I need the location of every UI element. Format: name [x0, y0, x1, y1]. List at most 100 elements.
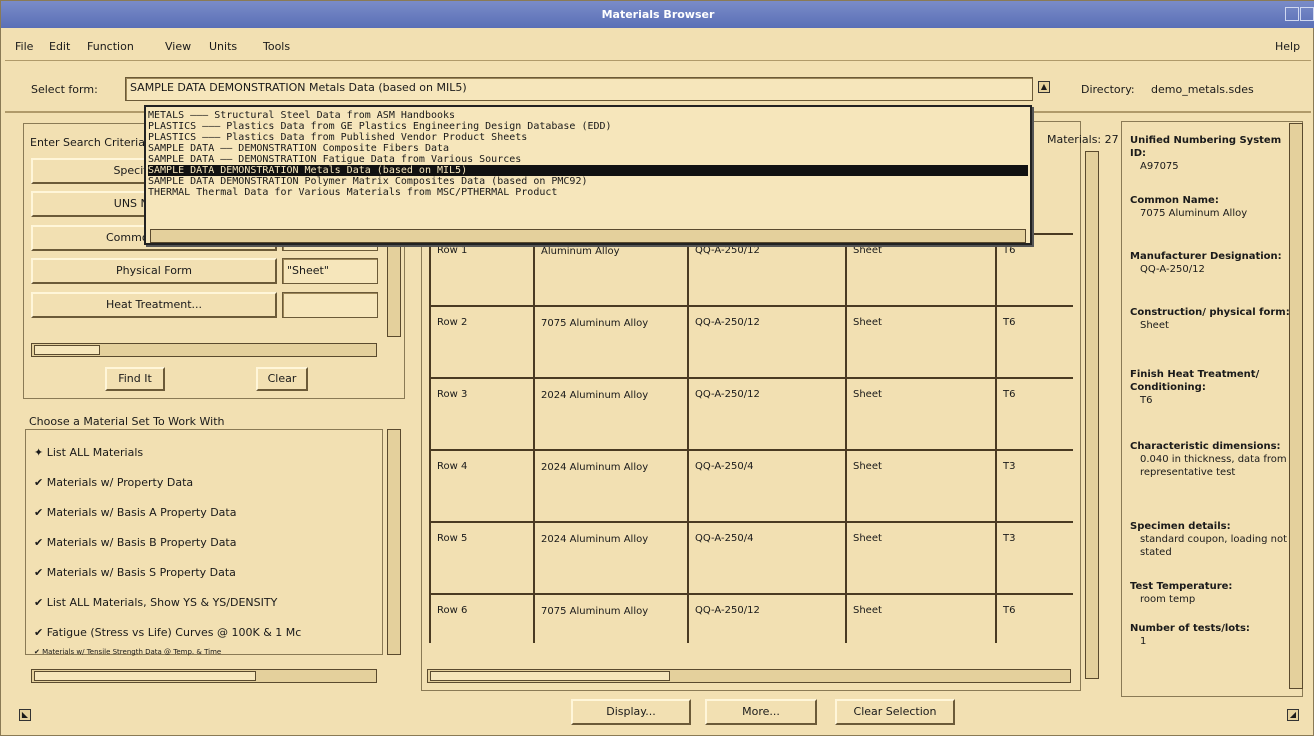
detail-manufacturer: Manufacturer Designation: QQ-A-250/12	[1130, 250, 1290, 276]
dropdown-option[interactable]: SAMPLE DATA —— DEMONSTRATION Composite F…	[148, 143, 1028, 154]
material-spec: QQ-A-250/12	[687, 307, 845, 379]
menu-bar: File Edit Function View Units Tools Help	[5, 31, 1311, 61]
material-set-item-label: Fatigue (Stress vs Life) Curves @ 100K &…	[46, 626, 302, 639]
material-name: 2024 Aluminum Alloy	[533, 379, 687, 451]
row-label: Row 5	[429, 523, 533, 595]
detail-value: T6	[1140, 395, 1153, 406]
directory-label: Directory:	[1081, 83, 1135, 96]
row-label: Row 2	[429, 307, 533, 379]
material-set-item-label: List ALL Materials, Show YS & YS/DENSITY	[46, 596, 278, 609]
detail-value: 1	[1140, 636, 1147, 647]
row-label: Row 4	[429, 451, 533, 523]
material-set-item[interactable]: ✔ Fatigue (Stress vs Life) Curves @ 100K…	[34, 626, 301, 639]
dropdown-option[interactable]: METALS ——— Structural Steel Data from AS…	[148, 110, 1028, 121]
material-form: Sheet	[845, 595, 995, 643]
material-spec: QQ-A-250/12	[687, 595, 845, 643]
menu-function[interactable]: Function	[87, 40, 134, 53]
material-set-item[interactable]: ✔ Materials w/ Tensile Strength Data @ T…	[34, 648, 221, 656]
select-form-label: Select form:	[31, 83, 98, 96]
scroll-thumb[interactable]	[34, 345, 100, 355]
table-row[interactable]: Row 4 2024 Aluminum Alloy QQ-A-250/4 She…	[429, 449, 1073, 523]
find-button[interactable]: Find It	[105, 367, 165, 391]
results-horizontal-scrollbar[interactable]	[427, 669, 1071, 683]
select-form-dropdown-list[interactable]: METALS ——— Structural Steel Data from AS…	[144, 105, 1032, 245]
material-heat-treatment: T3	[995, 451, 1073, 523]
detail-value: Sheet	[1140, 320, 1169, 331]
maximize-button[interactable]	[1300, 7, 1314, 21]
clear-selection-button[interactable]: Clear Selection	[835, 699, 955, 725]
dropdown-option[interactable]: PLASTICS ——— Plastics Data from Publishe…	[148, 132, 1028, 143]
dropdown-option[interactable]: THERMAL Thermal Data for Various Materia…	[148, 187, 1028, 198]
material-set-item[interactable]: ✔ Materials w/ Basis S Property Data	[34, 566, 236, 579]
dropdown-option[interactable]: PLASTICS ——— Plastics Data from GE Plast…	[148, 121, 1028, 132]
menu-tools[interactable]: Tools	[263, 40, 290, 53]
results-vertical-scrollbar[interactable]	[1085, 151, 1099, 679]
select-form-field[interactable]: SAMPLE DATA DEMONSTRATION Metals Data (b…	[125, 77, 1033, 101]
detail-heading: Unified Numbering System ID:	[1130, 135, 1282, 159]
material-heat-treatment: T6	[995, 595, 1073, 643]
material-name: 7075 Aluminum Alloy	[533, 595, 687, 643]
more-button[interactable]: More...	[705, 699, 817, 725]
material-set-horizontal-scrollbar[interactable]	[31, 669, 377, 683]
material-set-item[interactable]: ✔ Materials w/ Basis B Property Data	[34, 536, 237, 549]
menu-file[interactable]: File	[15, 40, 33, 53]
detail-specimen: Specimen details: standard coupon, loadin…	[1130, 520, 1290, 559]
menu-edit[interactable]: Edit	[49, 40, 70, 53]
material-set-item[interactable]: ✦ List ALL Materials	[34, 446, 143, 459]
material-form: Sheet	[845, 235, 995, 307]
window-title: Materials Browser	[601, 8, 715, 21]
material-spec: QQ-A-250/12	[687, 379, 845, 451]
dropdown-arrow-icon[interactable]: ▲	[1038, 81, 1050, 93]
physical-form-value[interactable]: "Sheet"	[282, 258, 378, 284]
detail-value: 0.040 in thickness, data from representa…	[1140, 454, 1287, 478]
material-name: 2024 Aluminum Alloy	[533, 451, 687, 523]
table-row[interactable]: Row 2 7075 Aluminum Alloy QQ-A-250/12 Sh…	[429, 305, 1073, 379]
display-button[interactable]: Display...	[571, 699, 691, 725]
dropdown-horizontal-scrollbar[interactable]	[150, 229, 1026, 243]
details-vertical-scrollbar[interactable]	[1289, 123, 1303, 689]
dropdown-option-selected[interactable]: SAMPLE DATA DEMONSTRATION Metals Data (b…	[148, 165, 1028, 176]
material-name: Aluminum Alloy	[533, 235, 687, 307]
scroll-thumb[interactable]	[34, 671, 256, 681]
material-form: Sheet	[845, 307, 995, 379]
scroll-thumb[interactable]	[430, 671, 670, 681]
minimize-button[interactable]	[1285, 7, 1299, 21]
material-heat-treatment: T6	[995, 379, 1073, 451]
search-horizontal-scrollbar[interactable]	[31, 343, 377, 357]
detail-heading: Number of tests/lots:	[1130, 623, 1250, 634]
menu-view[interactable]: View	[165, 40, 191, 53]
table-row[interactable]: Row 5 2024 Aluminum Alloy QQ-A-250/4 She…	[429, 521, 1073, 595]
title-bar[interactable]: Materials Browser	[1, 1, 1314, 28]
material-set-item-label: Materials w/ Tensile Strength Data @ Tem…	[42, 648, 222, 656]
material-set-vertical-scrollbar[interactable]	[387, 429, 401, 655]
material-set-label: Choose a Material Set To Work With	[29, 415, 225, 428]
search-criteria-label: Enter Search Criteria	[30, 136, 145, 149]
material-heat-treatment: T3	[995, 523, 1073, 595]
dropdown-option[interactable]: SAMPLE DATA —— DEMONSTRATION Fatigue Dat…	[148, 154, 1028, 165]
detail-heat-treatment: Finish Heat Treatment/ Conditioning: T6	[1130, 368, 1290, 407]
material-set-item-label: List ALL Materials	[46, 446, 144, 459]
material-spec: QQ-A-250/4	[687, 523, 845, 595]
clear-button[interactable]: Clear	[256, 367, 308, 391]
dropdown-option[interactable]: SAMPLE DATA DEMONSTRATION Polymer Matrix…	[148, 176, 1028, 187]
heat-treatment-value[interactable]	[282, 292, 378, 318]
heat-treatment-button[interactable]: Heat Treatment...	[31, 292, 277, 318]
material-set-item-label: Materials w/ Basis S Property Data	[46, 566, 236, 579]
results-table: Row 1 Aluminum Alloy QQ-A-250/12 Sheet T…	[429, 233, 1073, 643]
menu-units[interactable]: Units	[209, 40, 237, 53]
material-set-item-label: Materials w/ Basis A Property Data	[46, 506, 237, 519]
table-row[interactable]: Row 6 7075 Aluminum Alloy QQ-A-250/12 Sh…	[429, 593, 1073, 643]
directory-value: demo_metals.sdes	[1151, 83, 1254, 96]
material-set-item-label: Materials w/ Property Data	[46, 476, 194, 489]
resize-right-icon[interactable]: ◢	[1287, 709, 1299, 721]
menu-help[interactable]: Help	[1275, 40, 1300, 53]
detail-heading: Common Name:	[1130, 195, 1219, 206]
table-row[interactable]: Row 3 2024 Aluminum Alloy QQ-A-250/12 Sh…	[429, 377, 1073, 451]
resize-left-icon[interactable]: ◣	[19, 709, 31, 721]
detail-uns: Unified Numbering System ID: A97075	[1130, 134, 1290, 173]
physical-form-button[interactable]: Physical Form	[31, 258, 277, 284]
row-label: Row 1	[429, 235, 533, 307]
material-set-item[interactable]: ✔ Materials w/ Property Data	[34, 476, 193, 489]
material-set-item[interactable]: ✔ List ALL Materials, Show YS & YS/DENSI…	[34, 596, 277, 609]
material-set-item[interactable]: ✔ Materials w/ Basis A Property Data	[34, 506, 236, 519]
